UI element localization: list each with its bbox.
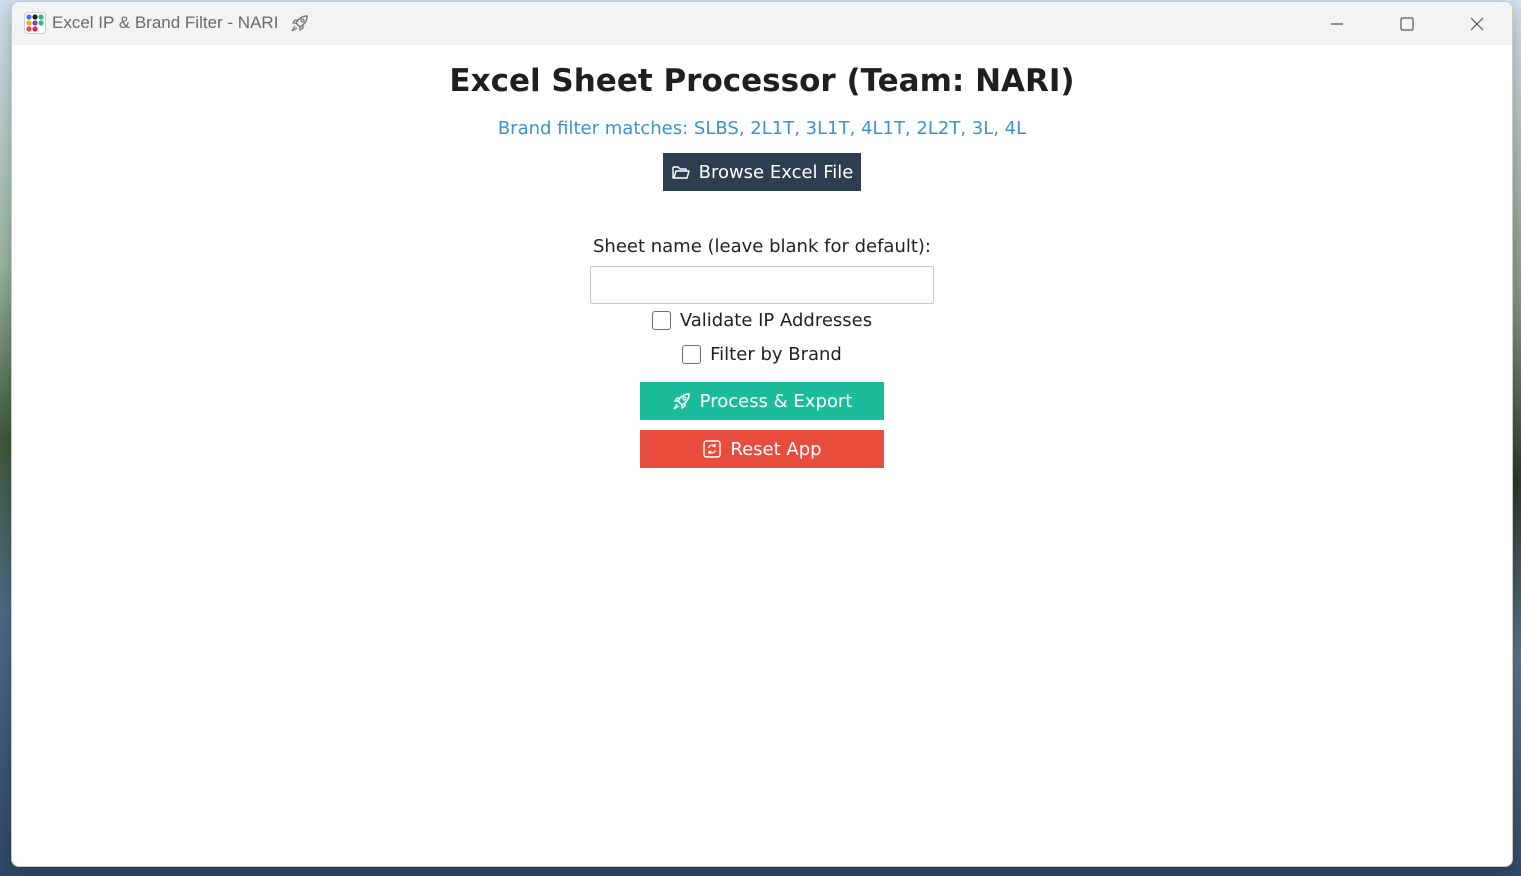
folder-open-icon	[671, 163, 691, 181]
minimize-button[interactable]	[1302, 2, 1372, 45]
browse-excel-label: Browse Excel File	[698, 161, 854, 183]
rocket-icon	[290, 13, 310, 33]
maximize-button[interactable]	[1372, 2, 1442, 45]
window-title: Excel IP & Brand Filter - NARI	[52, 13, 279, 32]
maximize-icon	[1399, 16, 1415, 32]
rocket-icon	[672, 391, 692, 411]
app-window: Excel IP & Brand Filter - NARI Excel She…	[11, 1, 1513, 867]
refresh-icon	[702, 439, 722, 459]
main-content: Excel Sheet Processor (Team: NARI) Brand…	[12, 45, 1512, 866]
title-bar[interactable]: Excel IP & Brand Filter - NARI	[12, 2, 1512, 45]
validate-ip-label: Validate IP Addresses	[679, 310, 873, 331]
page-title: Excel Sheet Processor (Team: NARI)	[449, 63, 1075, 99]
close-icon	[1469, 16, 1485, 32]
process-export-label: Process & Export	[699, 390, 853, 412]
reset-app-button[interactable]: Reset App	[640, 430, 884, 468]
validate-ip-option[interactable]: Validate IP Addresses	[12, 310, 1512, 331]
minimize-icon	[1329, 16, 1345, 32]
close-button[interactable]	[1442, 2, 1512, 45]
validate-ip-checkbox[interactable]	[651, 311, 671, 330]
reset-app-label: Reset App	[730, 438, 822, 460]
filter-brand-label: Filter by Brand	[710, 344, 842, 365]
filter-brand-checkbox[interactable]	[682, 345, 702, 364]
sheet-name-input[interactable]	[590, 266, 934, 304]
filter-brand-option[interactable]: Filter by Brand	[12, 344, 1512, 365]
app-dots-icon	[24, 12, 46, 34]
brand-filter-info: Brand filter matches: SLBS, 2L1T, 3L1T, …	[497, 118, 1027, 139]
browse-excel-button[interactable]: Browse Excel File	[663, 153, 861, 191]
process-export-button[interactable]: Process & Export	[640, 382, 884, 420]
sheet-name-label: Sheet name (leave blank for default):	[592, 236, 931, 257]
